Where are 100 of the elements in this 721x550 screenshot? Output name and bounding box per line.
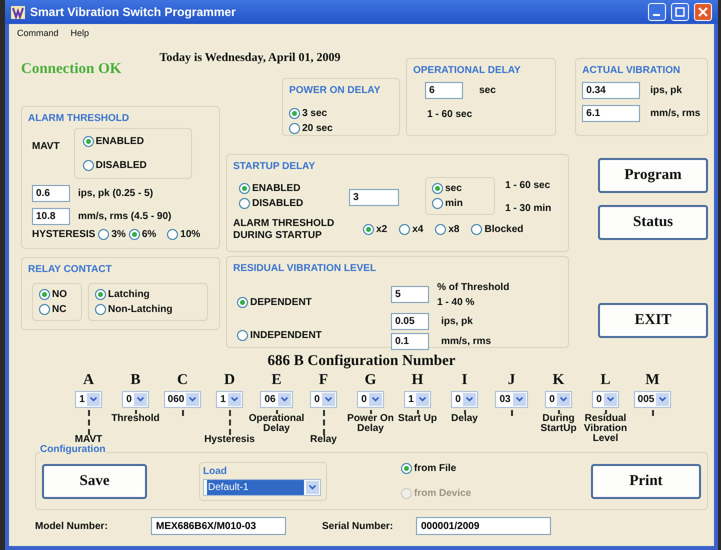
value-field[interactable]: 0.05 bbox=[391, 312, 430, 330]
column-letter: F bbox=[318, 372, 328, 388]
group-title: RESIDUAL VIBRATION LEVEL bbox=[233, 262, 376, 274]
column-letter: A bbox=[83, 372, 94, 388]
radio-button[interactable] bbox=[471, 224, 482, 235]
config-dropdown[interactable]: 06 bbox=[260, 391, 293, 408]
radio-button[interactable] bbox=[237, 330, 248, 340]
model-number-field[interactable]: MEX686B6X/M010-03 bbox=[151, 517, 286, 535]
radio-button[interactable] bbox=[401, 463, 412, 474]
group-title: Load bbox=[203, 466, 227, 476]
radio-button[interactable] bbox=[95, 288, 106, 300]
value-field[interactable]: 0.34 bbox=[582, 82, 640, 98]
radio-button[interactable] bbox=[363, 224, 374, 235]
config-dropdown[interactable]: 0 bbox=[592, 391, 619, 408]
radio-button[interactable] bbox=[432, 198, 444, 208]
radio-button[interactable] bbox=[95, 304, 106, 314]
radio-button[interactable] bbox=[289, 108, 300, 118]
menu-item[interactable]: Command bbox=[17, 27, 59, 40]
radio-button[interactable] bbox=[39, 304, 50, 314]
menu-item[interactable]: Help bbox=[70, 27, 90, 40]
config-dropdown[interactable]: 0 bbox=[310, 391, 337, 408]
action-button[interactable]: Status bbox=[598, 204, 708, 240]
config-dropdown[interactable]: 03 bbox=[495, 391, 528, 408]
radio-label: ENABLED bbox=[96, 134, 144, 148]
radio-button[interactable] bbox=[167, 228, 178, 240]
config-dropdown[interactable]: 0 bbox=[545, 391, 572, 408]
radio-label: INDEPENDENT bbox=[250, 328, 322, 342]
radio-label: NC bbox=[52, 302, 66, 316]
value-field[interactable]: 6 bbox=[425, 82, 464, 98]
radio-label: x8 bbox=[448, 223, 460, 237]
radio-label: Non-Latching bbox=[108, 302, 172, 316]
column-letter: L bbox=[600, 372, 610, 388]
radio-button[interactable] bbox=[98, 228, 110, 240]
column-letter: B bbox=[130, 372, 140, 388]
config-dropdown[interactable]: 1 bbox=[216, 391, 243, 408]
column-letter: M bbox=[645, 372, 660, 388]
radio-button[interactable] bbox=[432, 182, 444, 194]
config-dropdown[interactable]: 0 bbox=[122, 391, 149, 408]
close-button[interactable] bbox=[694, 3, 712, 21]
app-icon bbox=[11, 6, 25, 18]
caret-icon bbox=[324, 397, 332, 402]
radio-button[interactable] bbox=[39, 288, 50, 300]
close-icon bbox=[698, 7, 708, 17]
radio-button[interactable] bbox=[239, 198, 250, 208]
config-dropdown[interactable]: 060 bbox=[164, 391, 202, 408]
column-letter: D bbox=[224, 372, 235, 388]
field-label: Model Number: bbox=[35, 520, 109, 534]
action-button[interactable]: Program bbox=[598, 158, 708, 192]
radio-button[interactable] bbox=[82, 136, 94, 146]
value-field[interactable]: 6.1 bbox=[582, 104, 640, 122]
serial-number-field[interactable]: 000001/2009 bbox=[416, 517, 551, 535]
unit-label: ips, pk bbox=[650, 84, 682, 98]
window-title: Smart Vibration Switch Programmer bbox=[30, 4, 236, 21]
radio-button[interactable] bbox=[399, 224, 410, 235]
column-letter: G bbox=[364, 372, 376, 388]
range-label: 1 - 60 sec bbox=[505, 178, 552, 192]
radio-label: from Device bbox=[414, 487, 472, 501]
config-dropdown[interactable]: 1 bbox=[404, 391, 431, 408]
unit-label: sec bbox=[479, 84, 496, 98]
maximize-icon bbox=[675, 7, 685, 17]
config-dropdown[interactable]: 0 bbox=[451, 391, 478, 408]
radio-button[interactable] bbox=[82, 160, 94, 170]
maximize-button[interactable] bbox=[671, 3, 689, 21]
config-dropdown[interactable]: 1 bbox=[75, 391, 102, 408]
value-field[interactable]: 0.1 bbox=[391, 332, 430, 350]
column-letter: E bbox=[271, 372, 282, 388]
range-label: 1 - 60 sec bbox=[427, 108, 474, 122]
radio-button[interactable] bbox=[435, 224, 446, 235]
group-title: Configuration bbox=[40, 442, 106, 457]
value-field[interactable]: 3 bbox=[349, 189, 400, 206]
config-label: Hysteresis bbox=[204, 435, 255, 445]
radio-button[interactable] bbox=[128, 228, 140, 240]
column-letter: K bbox=[552, 372, 564, 388]
unit-label: mm/s, rms (4.5 - 90) bbox=[78, 210, 172, 224]
caret-icon bbox=[606, 397, 614, 402]
load-dropdown[interactable]: Default-1 bbox=[203, 478, 321, 496]
caret-icon bbox=[466, 397, 473, 402]
radio-label: x2 bbox=[376, 223, 388, 237]
group-title: STARTUP DELAY bbox=[233, 160, 316, 172]
config-dropdown[interactable]: 005 bbox=[634, 391, 672, 408]
radio-label: x4 bbox=[412, 223, 424, 237]
config-dropdown[interactable]: 0 bbox=[357, 391, 384, 408]
radio-button[interactable] bbox=[239, 182, 250, 194]
config-label: Delay bbox=[451, 414, 478, 424]
group-title: OPERATIONAL DELAY bbox=[413, 64, 521, 76]
value-field[interactable]: 10.8 bbox=[32, 208, 70, 224]
unit-label: mm/s, rms bbox=[650, 106, 700, 120]
minimize-button[interactable] bbox=[648, 3, 666, 21]
radio-label: DISABLED bbox=[252, 196, 304, 210]
print-button[interactable]: Print bbox=[591, 464, 701, 498]
value-field[interactable]: 0.6 bbox=[32, 184, 70, 202]
radio-button[interactable] bbox=[237, 296, 248, 308]
date-text: Today is Wednesday, April 01, 2009 bbox=[159, 48, 340, 66]
value-field[interactable]: 5 bbox=[391, 286, 430, 303]
save-button[interactable]: Save bbox=[42, 464, 147, 498]
unit-label: mm/s, rms bbox=[441, 334, 492, 348]
radio-button[interactable] bbox=[289, 122, 300, 134]
column-letter: I bbox=[462, 372, 468, 388]
group-title: RELAY CONTACT bbox=[28, 264, 112, 274]
action-button[interactable]: EXIT bbox=[598, 302, 708, 338]
